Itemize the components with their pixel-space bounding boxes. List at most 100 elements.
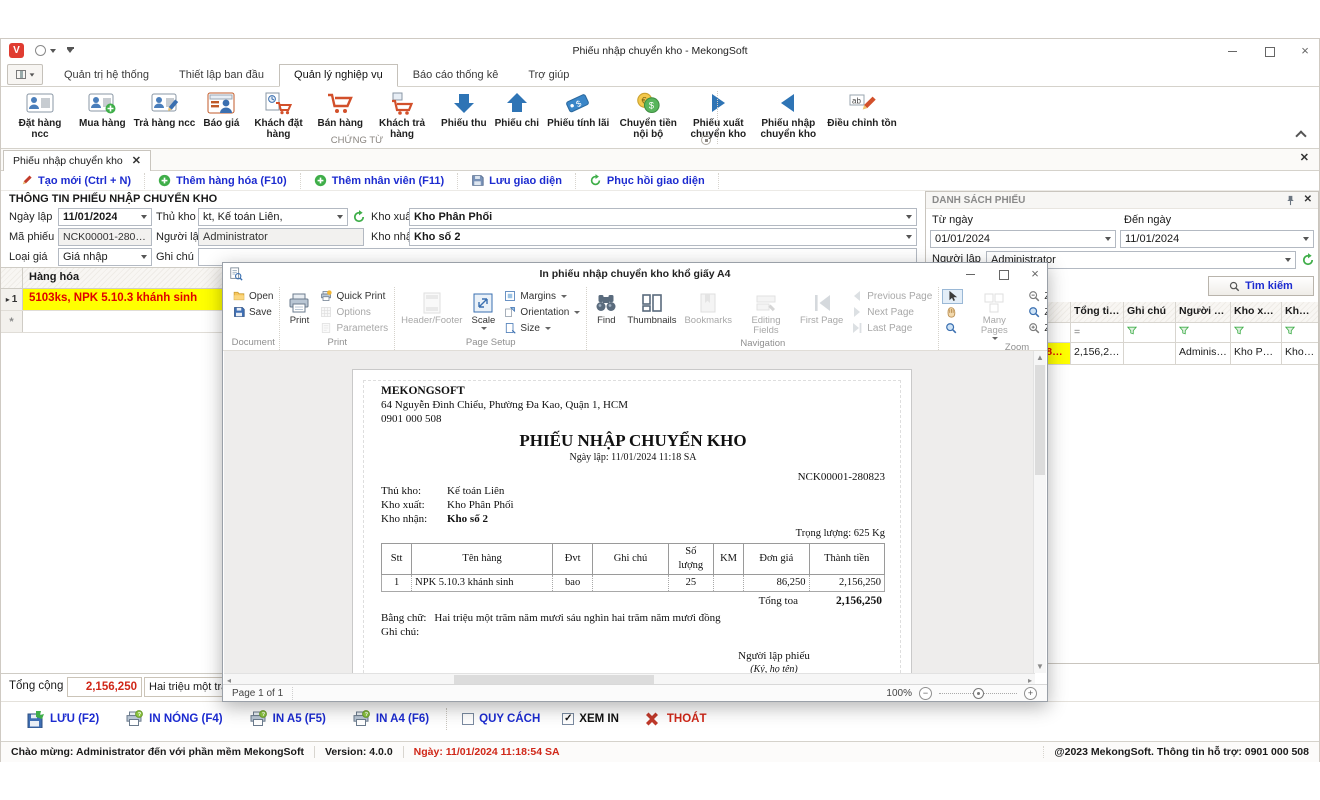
print-a4-button[interactable]: ?IN A4 (F6) bbox=[339, 706, 442, 732]
cell-nguoi-lap[interactable]: Administrator bbox=[1176, 343, 1231, 364]
filter-icon[interactable] bbox=[1285, 326, 1295, 335]
zoom-out-button[interactable]: Zoom Out bbox=[1025, 289, 1047, 304]
doc-tab-close-icon[interactable]: ✕ bbox=[132, 156, 141, 166]
refresh-icon[interactable] bbox=[1301, 253, 1315, 267]
restore-layout-button[interactable]: Phục hồi giao diện bbox=[576, 173, 719, 189]
dialog-maximize-button[interactable] bbox=[997, 268, 1009, 280]
tab-bao-cao-thong-ke[interactable]: Báo cáo thống kê bbox=[398, 64, 514, 87]
tab-quan-tri-he-thong[interactable]: Quản trị hệ thống bbox=[49, 64, 164, 87]
save-layout-button[interactable]: Lưu giao diện bbox=[458, 173, 576, 189]
ribbon-item-phieu-tinh-lai[interactable]: $Phiếu tính lãi bbox=[543, 89, 613, 130]
ribbon-item-khach-dat-hang[interactable]: Khách đặt hàng bbox=[243, 89, 313, 141]
thu-kho-field[interactable]: kt, Kế toán Liên, bbox=[198, 208, 348, 226]
app-menu-button[interactable] bbox=[7, 64, 43, 85]
kho-xuat-field[interactable]: Kho Phân Phối bbox=[409, 208, 917, 226]
ribbon-item-mua-hang[interactable]: Mua hàng bbox=[75, 89, 130, 130]
ribbon-item-khach-tra-hang[interactable]: Khách trả hàng bbox=[367, 89, 437, 141]
print-hot-button[interactable]: ?IN NÓNG (F4) bbox=[112, 706, 235, 732]
quick-print-button[interactable]: Quick Print bbox=[317, 289, 391, 304]
column-header-nguoi-lap[interactable]: Người lập bbox=[1176, 302, 1231, 322]
qat-customize-icon[interactable] bbox=[67, 49, 73, 53]
last-page-button[interactable]: Last Page bbox=[848, 321, 935, 336]
filter-icon[interactable] bbox=[1234, 326, 1244, 335]
pointer-tool-button[interactable] bbox=[942, 289, 963, 304]
ribbon-item-phieu-chi[interactable]: Phiếu chi bbox=[491, 89, 543, 130]
print-a5-button[interactable]: ?IN A5 (F5) bbox=[236, 706, 339, 732]
filter-equals[interactable]: = bbox=[1071, 323, 1124, 342]
zoom-out-button[interactable]: − bbox=[919, 687, 932, 700]
kho-nhan-field[interactable]: Kho số 2 bbox=[409, 228, 917, 246]
editing-fields-button[interactable]: Editing Fields bbox=[737, 289, 795, 338]
ngay-lap-field[interactable]: 11/01/2024 bbox=[58, 208, 152, 226]
add-employee-button[interactable]: Thêm nhân viên (F11) bbox=[301, 173, 458, 189]
size-button[interactable]: Size bbox=[501, 321, 583, 336]
close-button[interactable]: × bbox=[1299, 45, 1311, 57]
preview-surface[interactable]: MEKONGSOFT 64 Nguyễn Đình Chiểu, Phường … bbox=[224, 351, 1035, 673]
save-button[interactable]: LƯU (F2) bbox=[13, 706, 112, 732]
column-header-kho-xuat[interactable]: Kho xuất bbox=[1231, 302, 1282, 322]
doc-tab-phieu-nhap-chuyen-kho[interactable]: Phiếu nhập chuyển kho ✕ bbox=[3, 150, 151, 171]
scale-button[interactable]: Scale bbox=[467, 289, 499, 332]
tab-tro-giup[interactable]: Trợ giúp bbox=[513, 64, 584, 87]
cell-kho-xuat[interactable]: Kho Phân Phối bbox=[1231, 343, 1282, 364]
column-header-tong-tien[interactable]: Tổng tiền bbox=[1071, 302, 1124, 322]
next-page-button[interactable]: Next Page bbox=[848, 305, 935, 320]
margins-button[interactable]: Margins bbox=[501, 289, 583, 304]
dialog-close-button[interactable]: × bbox=[1029, 268, 1041, 280]
create-new-button[interactable]: Tạo mới (Ctrl + N) bbox=[7, 173, 145, 189]
column-header-ghi-chu[interactable]: Ghi chú bbox=[1124, 302, 1176, 322]
pin-icon[interactable] bbox=[1285, 195, 1296, 206]
ribbon-item-phieu-thu[interactable]: Phiếu thu bbox=[437, 89, 491, 130]
group-dialog-launcher-icon[interactable] bbox=[701, 135, 711, 145]
search-button[interactable]: Tìm kiếm bbox=[1208, 276, 1314, 296]
zoom-in-button[interactable]: + bbox=[1024, 687, 1037, 700]
tu-ngay-field[interactable]: 01/01/2024 bbox=[930, 230, 1116, 248]
maximize-button[interactable] bbox=[1263, 45, 1275, 57]
parameters-button[interactable]: Parameters bbox=[317, 321, 391, 336]
many-pages-button[interactable]: Many Pages bbox=[965, 289, 1023, 342]
save-button[interactable]: Save bbox=[230, 305, 276, 320]
ribbon-item-bao-gia[interactable]: Báo giá bbox=[199, 89, 243, 130]
cell-ghi-chu[interactable] bbox=[1124, 343, 1176, 364]
xem-in-checkbox[interactable]: ✓XEM IN bbox=[551, 713, 630, 725]
first-page-button[interactable]: First Page bbox=[797, 289, 846, 328]
ribbon-item-ban-hang[interactable]: Bán hàng bbox=[313, 89, 367, 130]
qat-dropdown-icon[interactable] bbox=[50, 49, 56, 53]
zoom-button[interactable]: Zoom bbox=[1025, 305, 1047, 320]
loai-gia-field[interactable]: Giá nhập bbox=[58, 248, 152, 266]
find-button[interactable]: Find bbox=[590, 289, 622, 328]
den-ngay-field[interactable]: 11/01/2024 bbox=[1120, 230, 1314, 248]
hand-tool-button[interactable] bbox=[942, 305, 963, 320]
magnifier-tool-button[interactable] bbox=[942, 321, 963, 336]
panel-close-icon[interactable]: ✕ bbox=[1304, 195, 1312, 205]
cell-kho-nhan[interactable]: Kho số 2 bbox=[1282, 343, 1318, 364]
ribbon-item-tra-hang-ncc[interactable]: Trả hàng ncc bbox=[130, 89, 200, 130]
preview-vertical-scrollbar[interactable]: ▲ ▼ bbox=[1033, 351, 1046, 673]
open-button[interactable]: Open bbox=[230, 289, 276, 304]
ribbon-item-dieu-chinh-ton[interactable]: abĐiều chỉnh tồn bbox=[823, 89, 900, 130]
options-button[interactable]: Options bbox=[317, 305, 391, 320]
ribbon-item-chuyen-tien-noi-bo[interactable]: €$Chuyển tiền nội bộ bbox=[613, 89, 683, 141]
add-goods-button[interactable]: Thêm hàng hóa (F10) bbox=[145, 173, 301, 189]
qat-circle-icon[interactable] bbox=[35, 45, 46, 56]
filter-icon[interactable] bbox=[1179, 326, 1189, 335]
nguoi-lap-field[interactable]: Administrator bbox=[198, 228, 364, 246]
ribbon-collapse-icon[interactable] bbox=[1295, 130, 1306, 141]
exit-button[interactable]: THOÁT bbox=[630, 706, 720, 732]
thumbnails-button[interactable]: Thumbnails bbox=[624, 289, 679, 328]
previous-page-button[interactable]: Previous Page bbox=[848, 289, 935, 304]
refresh-icon[interactable] bbox=[352, 210, 366, 224]
tab-thiet-lap-ban-dau[interactable]: Thiết lập ban đầu bbox=[164, 64, 279, 87]
header-footer-button[interactable]: Header/Footer bbox=[398, 289, 465, 328]
ma-phieu-field[interactable]: NCK00001-280823 bbox=[58, 228, 152, 246]
cell-tong-tien[interactable]: 2,156,250 bbox=[1071, 343, 1124, 364]
filter-icon[interactable] bbox=[1127, 326, 1137, 335]
orientation-button[interactable]: Orientation bbox=[501, 305, 583, 320]
zoom-in-button[interactable]: Zoom In bbox=[1025, 321, 1047, 336]
quy-cach-checkbox[interactable]: QUY CÁCH bbox=[451, 713, 551, 725]
ribbon-item-phieu-nhap-chuyen-kho[interactable]: Phiếu nhập chuyển kho bbox=[753, 89, 823, 141]
dialog-minimize-button[interactable] bbox=[965, 268, 977, 280]
bookmarks-button[interactable]: Bookmarks bbox=[681, 289, 735, 328]
tabstrip-close-icon[interactable]: ✕ bbox=[1300, 153, 1309, 163]
print-button[interactable]: Print bbox=[283, 289, 315, 328]
